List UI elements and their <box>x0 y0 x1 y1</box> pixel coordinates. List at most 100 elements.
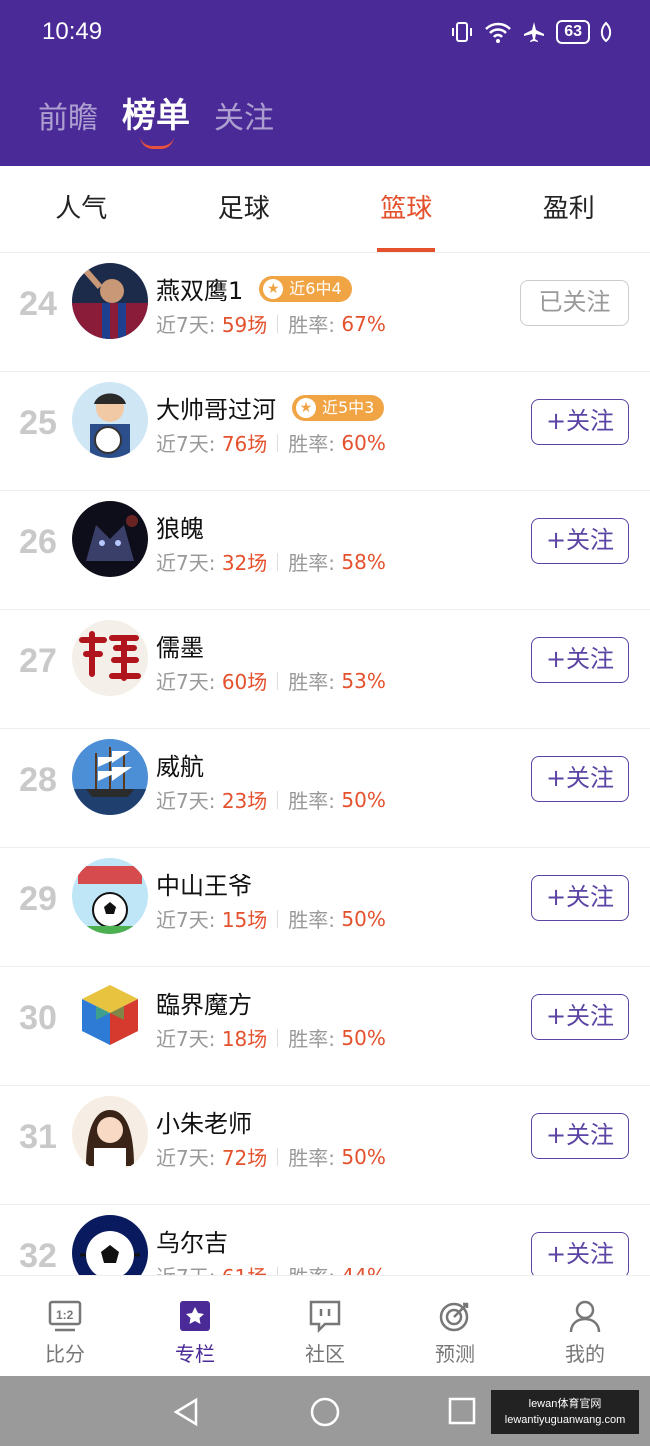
user-stats: 近7天: 18场 胜率: 50% <box>156 1025 386 1052</box>
svg-text:1:2: 1:2 <box>56 1308 74 1322</box>
list-item[interactable]: 24 燕双鹰1 ★ 近6中4 近7天: 59场 胜率: 67% 已关注 <box>0 253 650 372</box>
user-name: 威航 <box>156 753 204 781</box>
community-icon <box>309 1300 341 1334</box>
user-stats: 近7天: 59场 胜率: 67% <box>156 311 386 338</box>
user-stats: 近7天: 76场 胜率: 60% <box>156 430 386 457</box>
status-icons: 63 <box>450 20 612 44</box>
tab-preview[interactable]: 前瞻 <box>38 93 98 137</box>
vibrate-icon <box>452 22 473 42</box>
streak-badge: ★ 近6中4 <box>259 275 352 302</box>
watermark: lewan体育官网 lewantiyuguanwang.com <box>491 1390 639 1434</box>
follow-button[interactable]: 已关注 <box>520 280 629 326</box>
user-stats: 近7天: 72场 胜率: 50% <box>156 1144 386 1171</box>
user-icon <box>569 1300 601 1333</box>
rank-number: 25 <box>19 404 57 442</box>
user-stats: 近7天: 15场 胜率: 50% <box>156 906 386 933</box>
divider <box>277 433 279 452</box>
list-item[interactable]: 31 小朱老师 近7天: 72场 胜率: 50% +关注 <box>0 1086 650 1205</box>
divider <box>277 1028 279 1047</box>
list-item[interactable]: 32 乌尔吉 近7天: 61场 胜率: 44% +关注 <box>0 1205 650 1275</box>
list-item[interactable]: 26 狼魄 近7天: 32场 胜率: 58% +关注 <box>0 491 650 610</box>
follow-button[interactable]: +关注 <box>531 637 629 683</box>
follow-button[interactable]: +关注 <box>531 518 629 564</box>
nav-predict[interactable]: 预测 <box>390 1276 520 1376</box>
rank-number: 28 <box>19 761 57 799</box>
follow-button[interactable]: +关注 <box>531 1232 629 1275</box>
scoreboard-icon: 1:2 <box>48 1300 82 1332</box>
leaf-icon <box>600 21 612 43</box>
rank-number: 31 <box>19 1118 57 1156</box>
user-name: 大帅哥过河 <box>156 396 276 424</box>
user-name: 中山王爷 <box>156 872 252 900</box>
follow-button[interactable]: +关注 <box>531 994 629 1040</box>
avatar[interactable] <box>72 501 148 577</box>
divider <box>277 314 279 333</box>
avatar[interactable] <box>72 1215 148 1275</box>
tab-profit[interactable]: 盈利 <box>488 166 650 252</box>
avatar[interactable] <box>72 263 148 339</box>
wifi-icon <box>485 22 512 43</box>
nav-column[interactable]: 专栏 <box>130 1276 260 1376</box>
nav-community[interactable]: 社区 <box>260 1276 390 1376</box>
list-item[interactable]: 25 大帅哥过河 ★ 近5中3 近7天: 76场 胜率: 60% +关注 <box>0 372 650 491</box>
rank-number: 32 <box>19 1237 57 1275</box>
tab-popularity[interactable]: 人气 <box>0 166 163 252</box>
status-bar: 10:49 63 <box>0 0 650 66</box>
avatar[interactable] <box>72 382 148 458</box>
user-name: 燕双鹰1 <box>156 277 244 305</box>
follow-button[interactable]: +关注 <box>531 756 629 802</box>
battery-indicator: 63 <box>556 20 590 44</box>
tab-football[interactable]: 足球 <box>163 166 326 252</box>
avatar[interactable] <box>72 1096 148 1172</box>
user-stats: 近7天: 32场 胜率: 58% <box>156 549 386 576</box>
rank-number: 26 <box>19 523 57 561</box>
divider <box>277 790 279 809</box>
tab-rankings[interactable]: 榜单 <box>122 88 190 149</box>
tab-basketball[interactable]: 篮球 <box>325 166 488 252</box>
list-item[interactable]: 29 中山王爷 近7天: 15场 胜率: 50% +关注 <box>0 848 650 967</box>
rank-number: 30 <box>19 999 57 1037</box>
user-name: 狼魄 <box>156 515 204 543</box>
column-star-icon <box>180 1301 210 1331</box>
divider <box>277 552 279 571</box>
avatar[interactable] <box>72 620 148 696</box>
divider <box>277 909 279 928</box>
user-stats: 近7天: 61场 胜率: 44% <box>156 1261 386 1275</box>
avatar[interactable] <box>72 858 148 934</box>
divider <box>277 1147 279 1166</box>
star-icon: ★ <box>263 278 284 299</box>
back-icon[interactable] <box>170 1396 202 1428</box>
nav-profile[interactable]: 我的 <box>520 1276 650 1376</box>
avatar[interactable] <box>72 739 148 815</box>
bottom-nav: 1:2 比分 专栏 社区 预测 我的 <box>0 1275 650 1376</box>
follow-button[interactable]: +关注 <box>531 875 629 921</box>
target-icon <box>439 1302 469 1332</box>
airplane-icon <box>524 22 545 42</box>
list-item[interactable]: 27 儒墨 近7天: 60场 胜率: 53% +关注 <box>0 610 650 729</box>
category-tabs: 人气 足球 篮球 盈利 <box>0 166 650 253</box>
star-icon: ★ <box>296 397 316 418</box>
app-header: 10:49 63 前瞻 榜单 关注 <box>0 0 650 166</box>
nav-scores[interactable]: 1:2 比分 <box>0 1276 130 1376</box>
divider <box>277 671 279 690</box>
follow-button[interactable]: +关注 <box>531 399 629 445</box>
follow-button[interactable]: +关注 <box>531 1113 629 1159</box>
user-name: 乌尔吉 <box>156 1229 228 1257</box>
home-icon[interactable] <box>309 1396 341 1428</box>
user-stats: 近7天: 23场 胜率: 50% <box>156 787 386 814</box>
user-name: 小朱老师 <box>156 1110 252 1138</box>
top-tabs: 前瞻 榜单 关注 <box>38 88 274 149</box>
list-item[interactable]: 28 威航 近7天: 23场 胜率: 50% +关注 <box>0 729 650 848</box>
avatar[interactable] <box>72 977 148 1053</box>
divider <box>277 1266 279 1275</box>
status-time: 10:49 <box>42 18 103 45</box>
user-stats: 近7天: 60场 胜率: 53% <box>156 668 386 695</box>
rank-number: 27 <box>19 642 57 680</box>
tab-following[interactable]: 关注 <box>214 93 274 137</box>
rank-number: 24 <box>19 285 57 323</box>
user-name: 儒墨 <box>156 634 204 662</box>
recents-icon[interactable] <box>447 1396 477 1426</box>
user-name: 臨界魔方 <box>156 991 252 1019</box>
list-item[interactable]: 30 臨界魔方 近7天: 18场 胜率: 50% +关注 <box>0 967 650 1086</box>
streak-badge: ★ 近5中3 <box>292 394 385 421</box>
